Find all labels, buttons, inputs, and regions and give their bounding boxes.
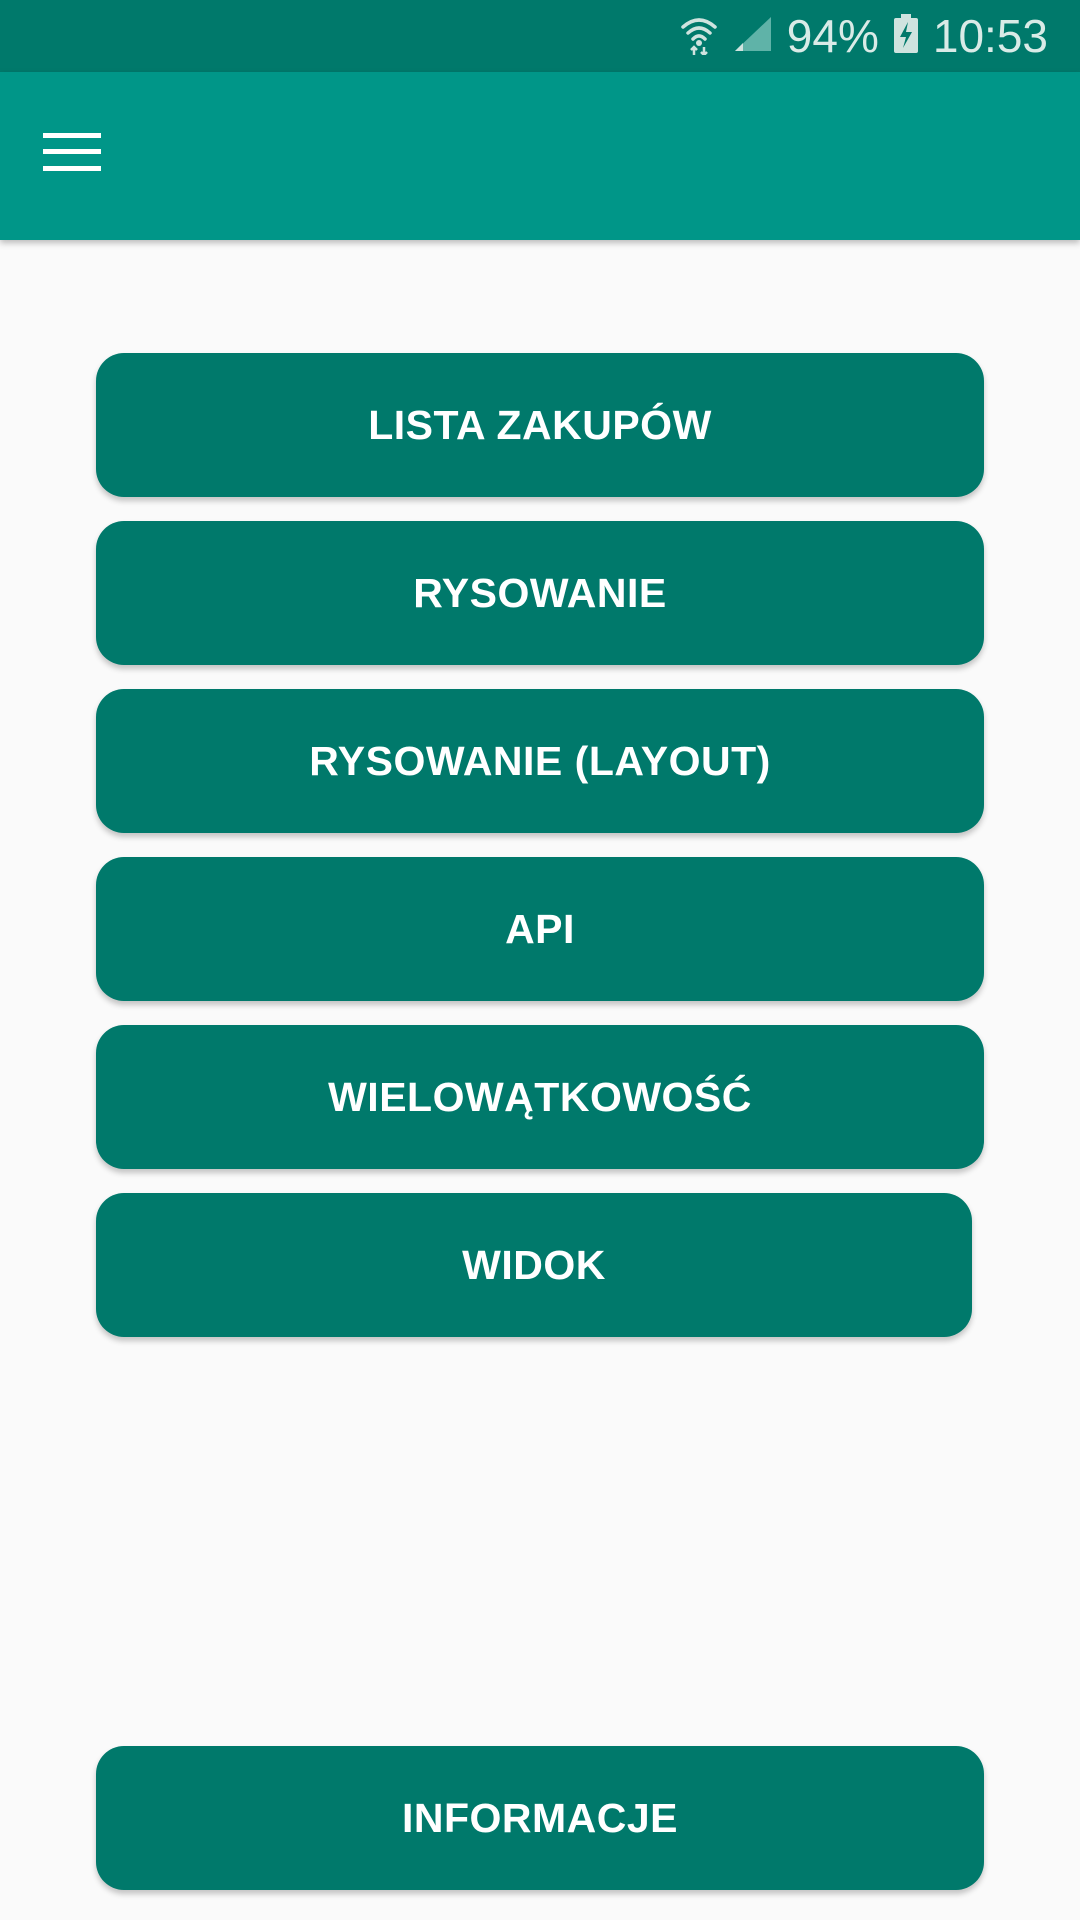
shopping-list-button[interactable]: LISTA ZAKUPÓW xyxy=(96,353,984,497)
status-bar: 94% 10:53 xyxy=(0,0,1080,72)
information-button[interactable]: INFORMACJE xyxy=(96,1746,984,1890)
battery-charging-icon xyxy=(893,13,919,59)
signal-icon xyxy=(733,15,773,58)
clock: 10:53 xyxy=(932,10,1048,62)
drawing-layout-button[interactable]: RYSOWANIE (LAYOUT) xyxy=(96,689,984,833)
drawing-button[interactable]: RYSOWANIE xyxy=(96,521,984,665)
menu-button[interactable] xyxy=(24,106,120,202)
app-bar xyxy=(0,72,1080,240)
hamburger-menu-icon xyxy=(43,132,101,177)
battery-percent: 94% xyxy=(786,10,879,62)
view-button[interactable]: WIDOK xyxy=(96,1193,972,1337)
multithreading-button[interactable]: WIELOWĄTKOWOŚĆ xyxy=(96,1025,984,1169)
wifi-icon xyxy=(679,13,719,60)
status-icons: 94% 10:53 xyxy=(679,0,1048,72)
api-button[interactable]: API xyxy=(96,857,984,1001)
